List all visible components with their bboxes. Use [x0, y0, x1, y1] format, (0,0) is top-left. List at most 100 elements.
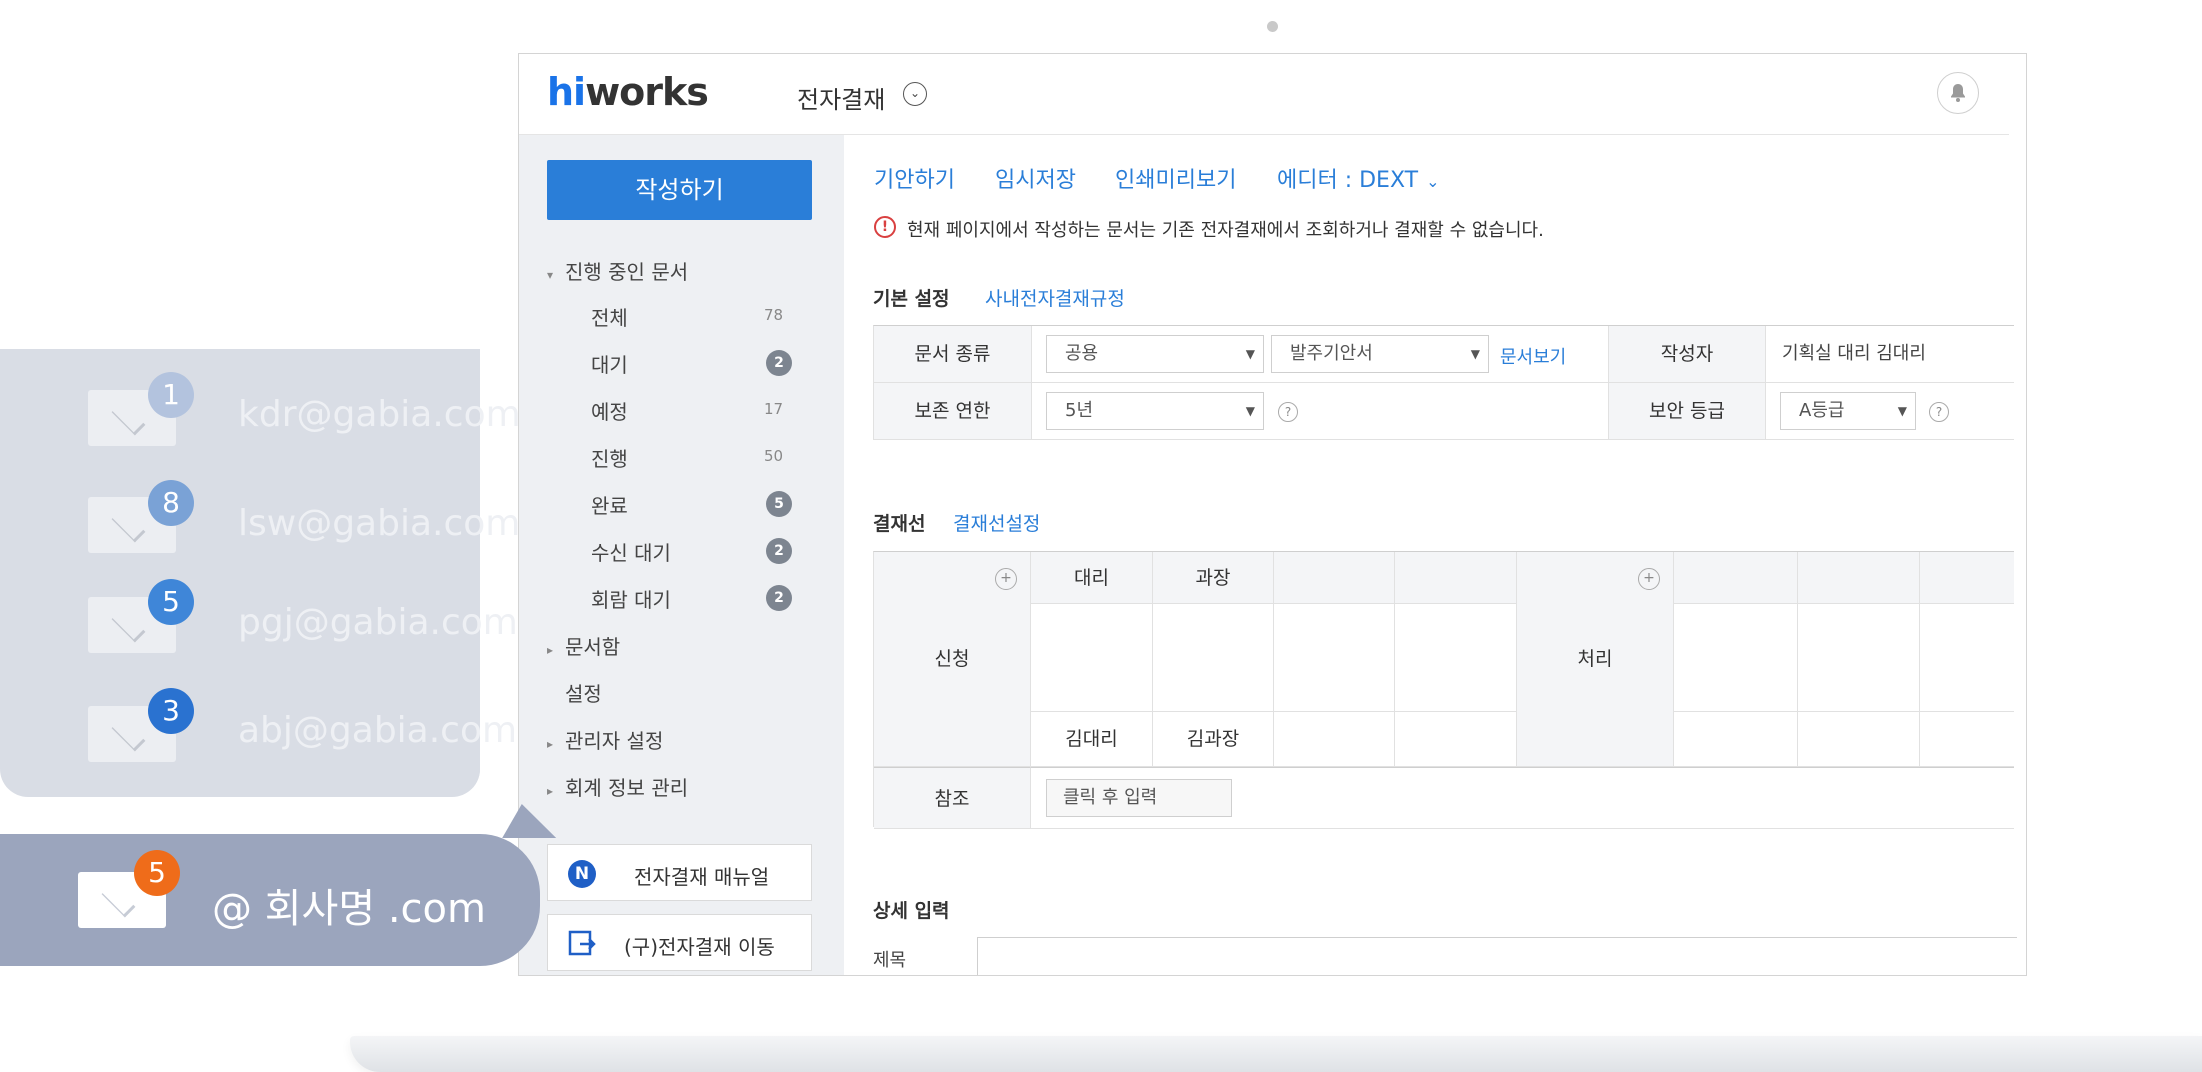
doc-type-value: 공용: [1065, 343, 1099, 364]
mail-account-email[interactable]: lsw@gabia.com: [238, 503, 520, 544]
signature-cell[interactable]: [1674, 604, 1798, 712]
sidebar-badge: 2: [766, 585, 792, 611]
unread-badge: 3: [148, 688, 194, 734]
editor-dropdown[interactable]: 에디터 : DEXT ⌄: [1277, 162, 1440, 194]
subject-input[interactable]: [977, 937, 2017, 975]
doc-form-value: 발주기안서: [1290, 343, 1373, 364]
security-label: 보안 등급: [1608, 383, 1766, 440]
reference-label: 참조: [874, 767, 1031, 829]
notification-bell-icon[interactable]: [1937, 72, 1979, 114]
caret-down-icon: ▼: [1470, 347, 1480, 361]
manual-button-label: 전자결재 매뉴얼: [634, 865, 770, 889]
sidebar-item-circulation-waiting[interactable]: 회람 대기: [591, 584, 671, 613]
details-title: 상세 입력: [873, 900, 950, 922]
sidebar-section-admin[interactable]: ▸ 관리자 설정: [547, 725, 663, 754]
sidebar-count: 17: [764, 400, 784, 418]
sidebar-item-receive-waiting[interactable]: 수신 대기: [591, 537, 671, 566]
position-cell: 과장: [1153, 552, 1274, 604]
unread-badge: 1: [148, 372, 194, 418]
draft-link[interactable]: 기안하기: [874, 162, 955, 194]
position-cell: [1274, 552, 1395, 604]
print-preview-link[interactable]: 인쇄미리보기: [1115, 162, 1236, 194]
signature-cell[interactable]: [1153, 604, 1274, 712]
caret-down-icon: ▼: [1245, 404, 1255, 418]
temp-save-link[interactable]: 임시저장: [995, 162, 1076, 194]
position-cell: [1674, 552, 1798, 604]
sidebar-section-in-progress[interactable]: ▾ 진행 중인 문서: [547, 256, 688, 285]
retention-label: 보존 연한: [874, 383, 1032, 440]
doc-type-label: 문서 종류: [874, 326, 1032, 383]
approver-name: [1274, 712, 1395, 767]
unread-badge: 5: [134, 850, 180, 896]
add-approver-icon[interactable]: +: [995, 568, 1017, 590]
app-title[interactable]: 전자결재: [797, 80, 885, 115]
mail-account-email[interactable]: kdr@gabia.com: [238, 394, 521, 435]
sidebar-section-label: 문서함: [565, 635, 621, 659]
editor-label: 에디터 : DEXT: [1277, 168, 1419, 193]
basic-settings-table: 문서 종류 공용 ▼ 발주기안서 ▼ 문서보기 작성자 기획실 대리 김대리 보존 …: [873, 325, 2014, 440]
mail-account-email[interactable]: pgj@gabia.com: [238, 602, 518, 643]
warning-icon: !: [874, 216, 896, 238]
subject-label: 제목: [873, 950, 907, 971]
retention-select[interactable]: 5년 ▼: [1046, 392, 1264, 430]
mail-account-email[interactable]: abj@gabia.com: [238, 710, 517, 751]
signature-cell[interactable]: [1274, 604, 1395, 712]
sidebar-section-doc-box[interactable]: ▸ 문서함: [547, 631, 620, 660]
sidebar-item-settings[interactable]: 설정: [565, 678, 602, 707]
sidebar-item-progress[interactable]: 진행: [591, 443, 628, 472]
doc-form-select[interactable]: 발주기안서 ▼: [1271, 335, 1489, 373]
add-processor-icon[interactable]: +: [1638, 568, 1660, 590]
caret-down-icon: ▾: [547, 268, 554, 282]
chevron-down-icon[interactable]: ⌄: [903, 82, 927, 106]
hiworks-logo[interactable]: hiworks: [547, 70, 709, 114]
logo-hi: hi: [547, 70, 586, 114]
logo-works: works: [585, 70, 709, 114]
sidebar-item-scheduled[interactable]: 예정: [591, 396, 628, 425]
position-cell: [1798, 552, 1920, 604]
sidebar-item-all[interactable]: 전체: [591, 302, 628, 331]
sidebar-section-label: 관리자 설정: [565, 729, 664, 753]
reference-input[interactable]: 클릭 후 입력: [1046, 779, 1232, 817]
exit-arrow-icon: [568, 930, 596, 961]
sidebar-item-complete[interactable]: 완료: [591, 490, 628, 519]
approval-line-title: 결재선: [873, 513, 926, 535]
sidebar-section-label: 진행 중인 문서: [565, 260, 689, 284]
signature-cell[interactable]: [1798, 604, 1920, 712]
security-select[interactable]: A등급 ▼: [1780, 392, 1916, 430]
signature-cell[interactable]: [1031, 604, 1153, 712]
approval-rules-link[interactable]: 사내전자결재규정: [985, 284, 1125, 311]
sidebar-section-accounting[interactable]: ▸ 회계 정보 관리: [547, 772, 688, 801]
signature-cell[interactable]: [1395, 604, 1517, 712]
write-button[interactable]: 작성하기: [547, 160, 812, 220]
caret-right-icon: ▸: [547, 643, 554, 657]
author-label: 작성자: [1608, 326, 1766, 383]
naver-n-icon: N: [568, 860, 596, 888]
sidebar-item-waiting[interactable]: 대기: [591, 349, 628, 378]
signature-cell[interactable]: [1920, 604, 2014, 712]
old-approval-button[interactable]: (구)전자결재 이동: [547, 914, 812, 971]
help-icon[interactable]: ?: [1929, 402, 1949, 422]
approver-name: 김대리: [1031, 712, 1153, 767]
caret-down-icon: ▼: [1897, 404, 1907, 418]
unread-badge: 5: [148, 579, 194, 625]
warning-text: 현재 페이지에서 작성하는 문서는 기존 전자결재에서 조회하거나 결재할 수 …: [907, 220, 1544, 241]
unread-badge: 8: [148, 480, 194, 526]
view-document-link[interactable]: 문서보기: [1500, 343, 1566, 369]
doc-type-select[interactable]: 공용 ▼: [1046, 335, 1264, 373]
sidebar-badge: 2: [766, 350, 792, 376]
position-cell: [1395, 552, 1517, 604]
chevron-down-icon: ⌄: [1426, 172, 1440, 191]
approval-line-settings-link[interactable]: 결재선설정: [953, 509, 1040, 536]
sidebar-count: 50: [764, 447, 784, 465]
old-approval-label: (구)전자결재 이동: [624, 935, 775, 959]
approver-name: [1920, 712, 2014, 767]
app-header: hiworks 전자결재 ⌄: [519, 54, 2009, 135]
approver-name: [1798, 712, 1920, 767]
manual-button[interactable]: N 전자결재 매뉴얼: [547, 844, 812, 901]
help-icon[interactable]: ?: [1278, 402, 1298, 422]
sidebar-badge: 5: [766, 491, 792, 517]
security-value: A등급: [1799, 400, 1845, 421]
caret-right-icon: ▸: [547, 784, 554, 798]
approval-line-table: 신청 + 대리 과장 김대리 김과장 처리 + 참조 클릭 후 입력: [873, 551, 2014, 829]
sidebar-count: 78: [764, 306, 784, 324]
